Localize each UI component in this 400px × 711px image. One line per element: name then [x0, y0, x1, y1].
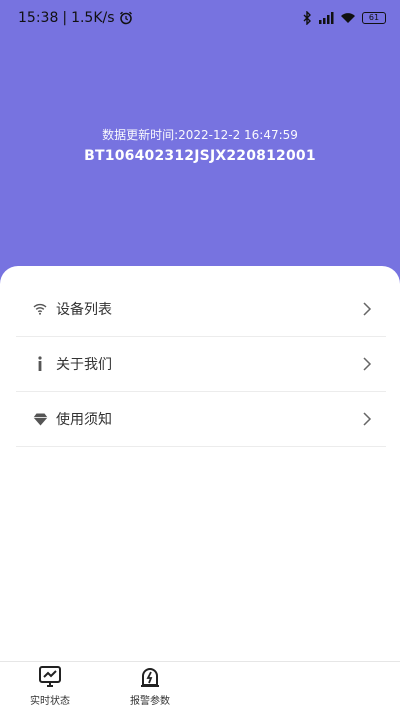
bottom-tab-bar: 实时状态 报警参数 — [0, 661, 400, 711]
menu-list: 设备列表 关于我们 使用须知 — [16, 282, 386, 447]
chevron-right-icon — [363, 302, 372, 316]
menu-card: 设备列表 关于我们 使用须知 — [0, 266, 400, 661]
monitor-chart-icon — [39, 666, 61, 687]
info-icon — [32, 356, 48, 372]
wifi-status-icon — [341, 13, 355, 23]
alarm-clock-icon — [119, 11, 132, 25]
chevron-right-icon — [363, 412, 372, 426]
menu-item-about-us[interactable]: 关于我们 — [16, 337, 386, 392]
signal-icon — [319, 12, 334, 24]
menu-item-label: 设备列表 — [56, 302, 112, 318]
status-separator: | — [62, 10, 68, 26]
menu-item-usage-notice[interactable]: 使用须知 — [16, 392, 386, 447]
diamond-icon — [32, 411, 48, 427]
chevron-right-icon — [363, 357, 372, 371]
alarm-bell-icon — [141, 668, 159, 687]
bluetooth-icon — [303, 11, 311, 25]
menu-item-device-list[interactable]: 设备列表 — [16, 282, 386, 337]
tab-label: 实时状态 — [30, 696, 70, 707]
menu-item-label: 关于我们 — [56, 357, 112, 373]
tab-realtime-status[interactable]: 实时状态 — [10, 665, 90, 709]
tab-alarm-params[interactable]: 报警参数 — [110, 665, 190, 709]
network-speed: 1.5K/s — [71, 10, 115, 26]
status-bar: 15:38 | 1.5K/s 61 — [0, 0, 400, 36]
tab-label: 报警参数 — [130, 696, 170, 707]
update-time-text: 数据更新时间:2022-12-2 16:47:59 — [102, 128, 298, 142]
menu-item-label: 使用须知 — [56, 412, 112, 428]
device-id-text: BT106402312JSJX220812001 — [84, 148, 316, 164]
battery-indicator: 61 — [362, 12, 386, 24]
wifi-icon — [32, 301, 48, 317]
header-info: 数据更新时间:2022-12-2 16:47:59 BT106402312JSJ… — [0, 126, 400, 164]
status-time: 15:38 — [18, 10, 59, 26]
